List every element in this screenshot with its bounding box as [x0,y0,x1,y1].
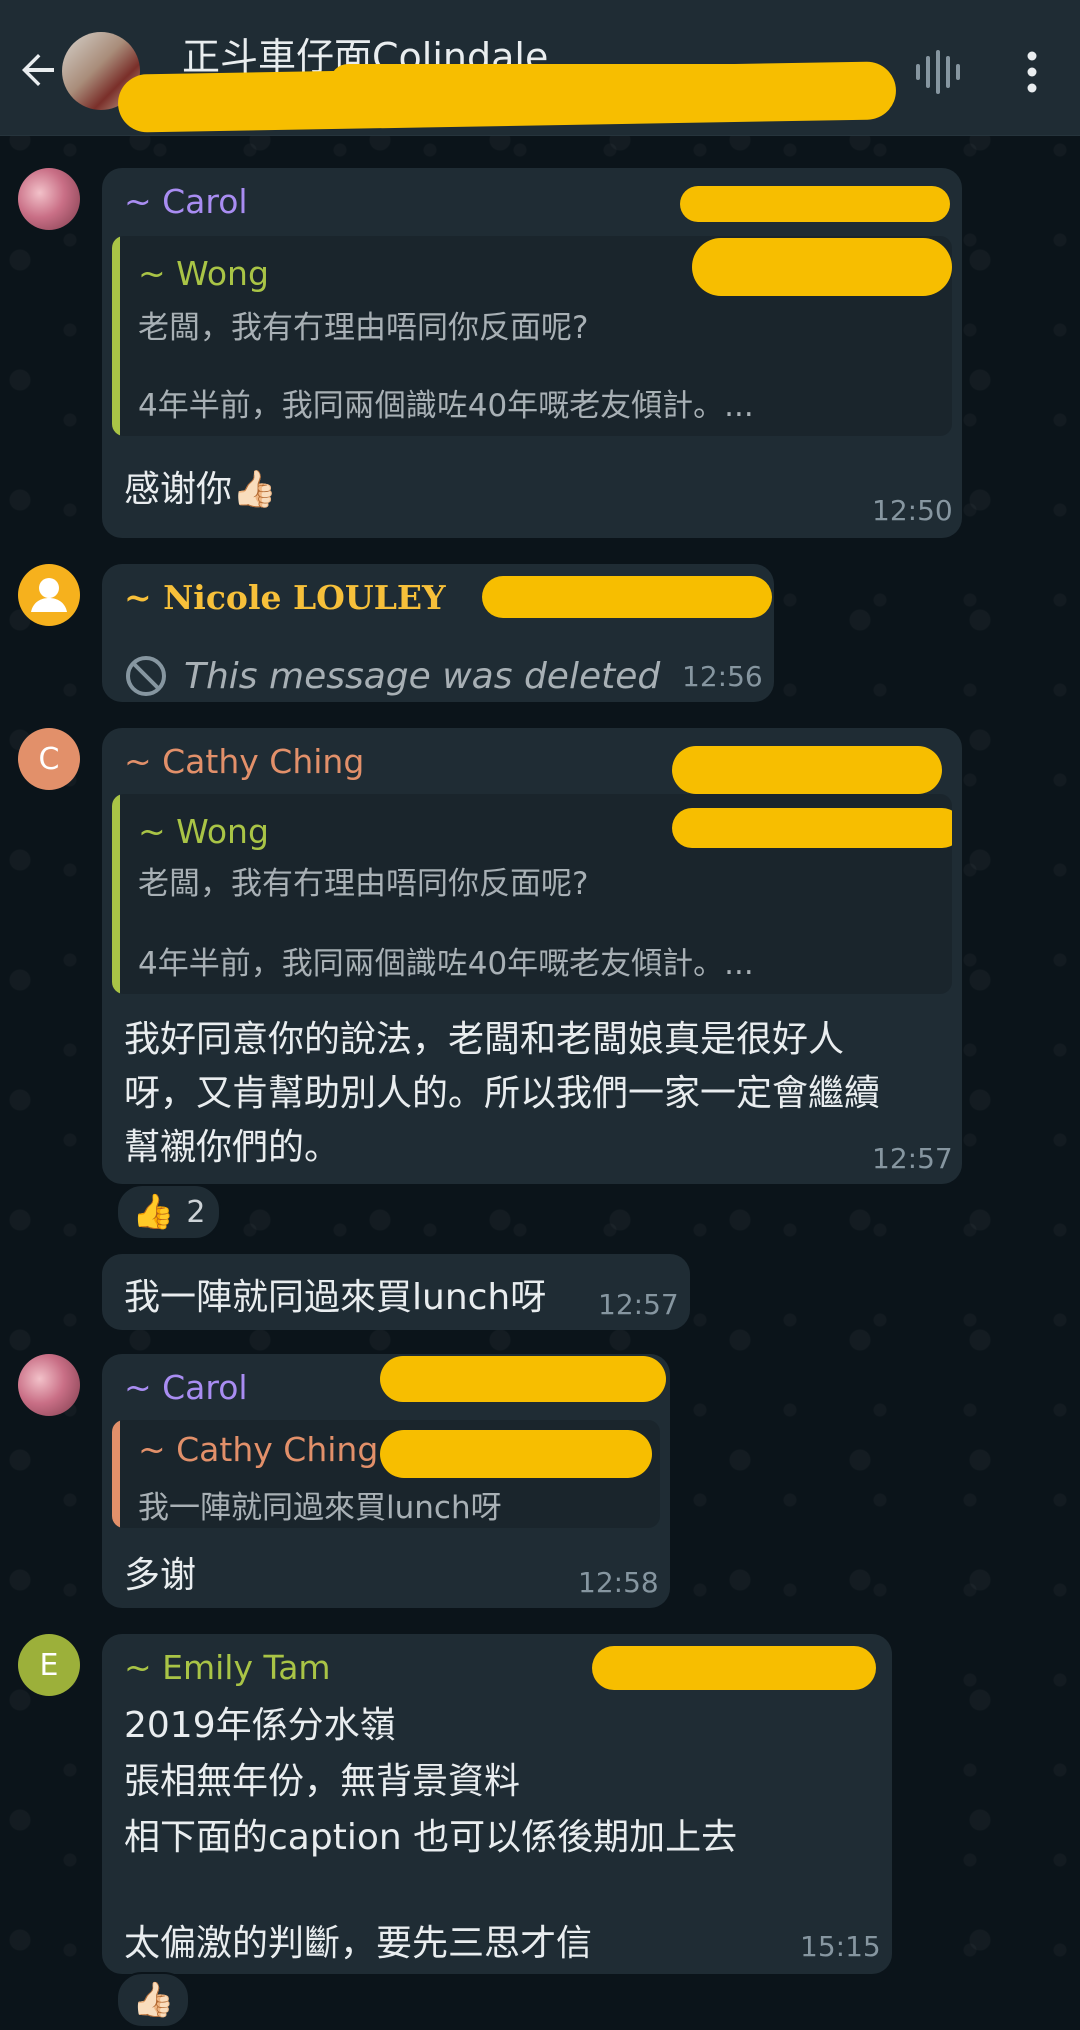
message-text: 相下面的caption 也可以係後期加上去 [124,1817,738,1858]
quoted-text: 4年半前，我同兩個識咗40年嘅老友傾計。... [138,946,754,982]
message-time: 12:58 [578,1566,659,1599]
message-bubble[interactable]: ~ Cathy Ching ~ Wong 老闆，我有冇理由唔同你反面呢? 4年半… [102,728,962,1184]
reaction-badge[interactable]: 👍🏻 [116,1972,191,2028]
avatar[interactable]: E [18,1634,80,1696]
quoted-text: 老闆，我有冇理由唔同你反面呢? [138,310,589,346]
deleted-text: This message was deleted [184,655,661,697]
message-time: 12:57 [872,1142,953,1175]
avatar[interactable] [18,1354,80,1416]
message-text: 太偏激的判斷，要先三思才信 [124,1923,593,1964]
message-time: 12:57 [598,1288,679,1321]
voice-chat-icon[interactable] [910,48,966,96]
redaction-mark [672,808,952,848]
reaction-badge[interactable]: 👍 2 [116,1184,222,1240]
message-text: 感谢你👍🏻 [124,469,277,510]
avatar[interactable] [18,564,80,626]
message-bubble[interactable]: ~ Emily Tam 2019年係分水嶺 張相無年份，無背景資料 相下面的ca… [102,1634,892,1974]
sender-name[interactable]: ~ Cathy Ching [124,742,364,781]
quoted-sender: ~ Wong [138,254,269,293]
back-arrow-icon[interactable] [14,46,62,94]
message-time: 12:56 [682,660,763,693]
redaction-mark [692,238,952,296]
message-text: 多谢 [124,1555,197,1596]
sender-name[interactable]: ~ Emily Tam [124,1648,331,1687]
quoted-text: 老闆，我有冇理由唔同你反面呢? [138,866,589,902]
message-text: 張相無年份，無背景資料 [124,1761,521,1802]
quoted-message[interactable]: ~ Wong 老闆，我有冇理由唔同你反面呢? 4年半前，我同兩個識咗40年嘅老友… [112,236,952,436]
more-vert-icon[interactable] [1012,48,1052,96]
message-text: 幫襯你們的。 [124,1127,341,1168]
sender-name[interactable]: ~ Carol [124,182,248,221]
deleted-message: This message was deleted [124,654,660,698]
default-avatar-icon [31,578,67,612]
redaction-mark [380,1430,652,1478]
message-text: 呀，又肯幫助別人的。所以我們一家一定會繼續 [124,1073,881,1114]
message-text: 我好同意你的說法，老闆和老闆娘真是很好人 [124,1019,845,1060]
redaction-mark [482,576,772,618]
sender-name[interactable]: ~ Carol [124,1368,248,1407]
message-bubble[interactable]: ~ Nicole LOULEY This message was deleted… [102,564,774,702]
redaction-mark [330,64,850,100]
thumbs-up-icon: 👍🏻 [132,1980,175,2020]
reaction-count: 2 [186,1194,206,1230]
chat-header: 正斗車仔面Colindale [0,0,1080,136]
avatar[interactable] [18,168,80,230]
quoted-message[interactable]: ~ Wong 老闆，我有冇理由唔同你反面呢? 4年半前，我同兩個識咗40年嘅老友… [112,794,952,994]
quoted-text: 我一陣就同過來買lunch呀 [138,1490,502,1526]
quoted-text: 4年半前，我同兩個識咗40年嘅老友傾計。... [138,388,754,424]
message-text: 2019年係分水嶺 [124,1705,396,1746]
message-text: 我一陣就同過來買lunch呀 [124,1277,547,1318]
quoted-sender: ~ Wong [138,812,269,851]
quoted-sender: ~ Cathy Ching [138,1430,379,1469]
message-bubble[interactable]: ~ Carol ~ Wong 老闆，我有冇理由唔同你反面呢? 4年半前，我同兩個… [102,168,962,538]
redaction-mark [592,1646,876,1690]
sender-name[interactable]: ~ Nicole LOULEY [124,578,446,617]
quoted-message[interactable]: ~ Cathy Ching 我一陣就同過來買lunch呀 [112,1420,660,1528]
avatar[interactable]: C [18,728,80,790]
deleted-icon [126,656,166,696]
message-time: 15:15 [800,1930,881,1963]
message-time: 12:50 [872,494,953,527]
redaction-mark [672,746,942,794]
redaction-mark [680,186,950,222]
redaction-mark [380,1356,666,1402]
thumbs-up-icon: 👍 [132,1192,175,1232]
message-bubble[interactable]: ~ Carol ~ Cathy Ching 我一陣就同過來買lunch呀 多谢 … [102,1354,670,1608]
message-bubble[interactable]: 我一陣就同過來買lunch呀 12:57 [102,1254,690,1330]
